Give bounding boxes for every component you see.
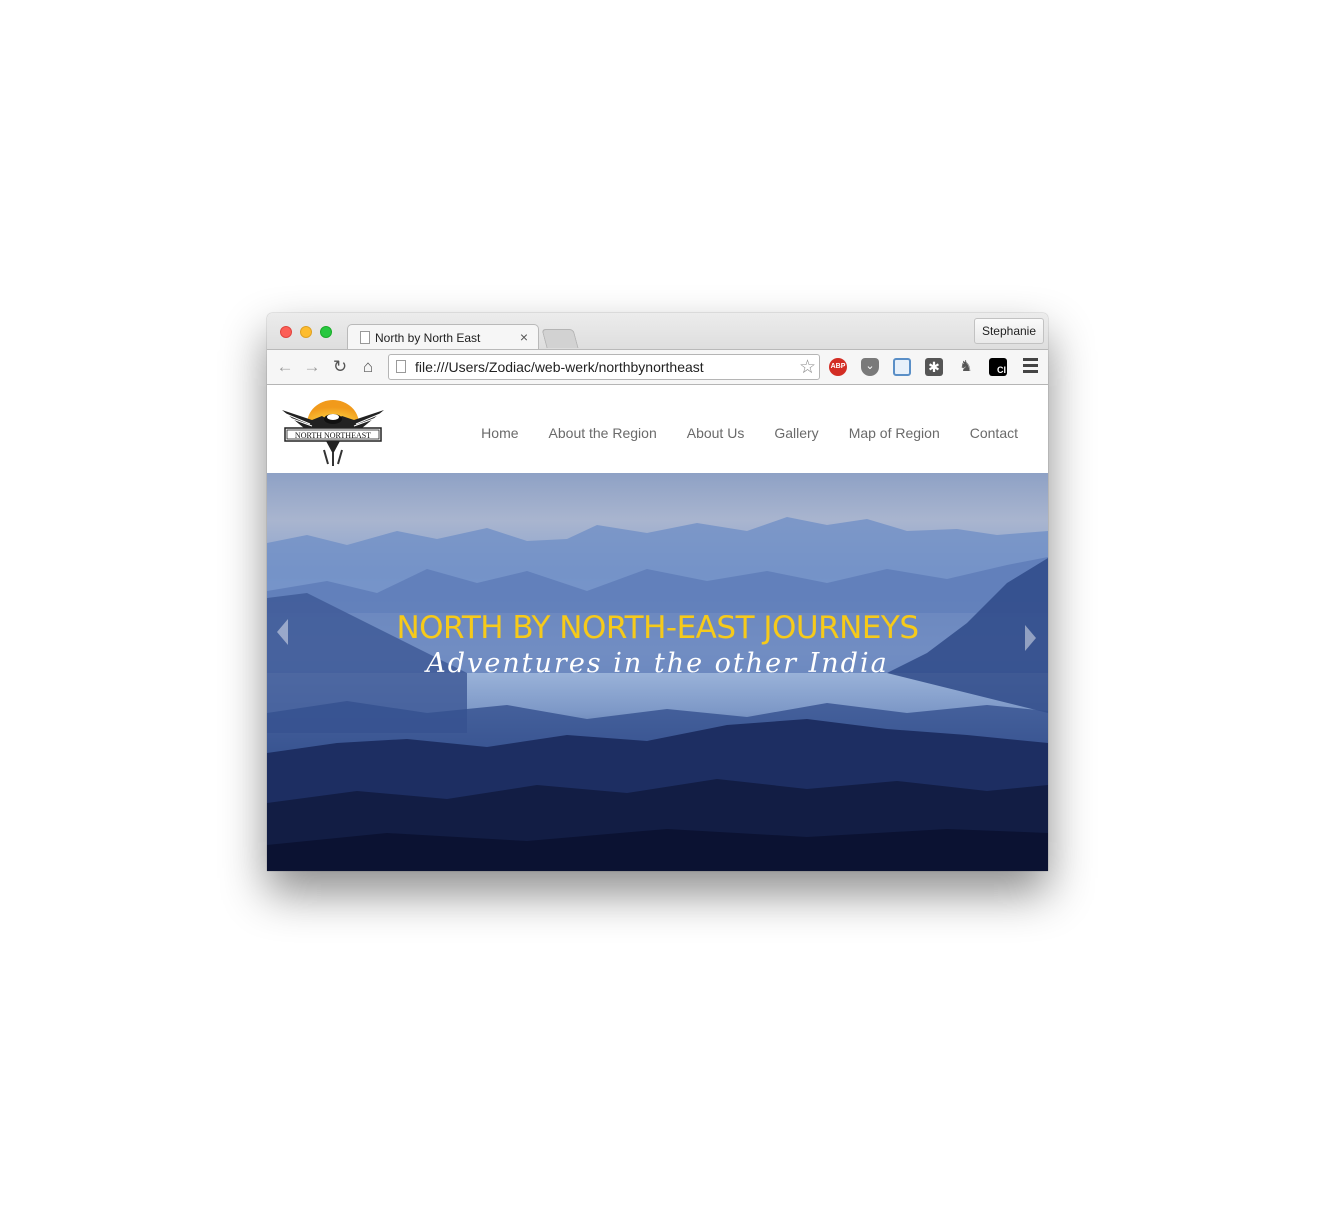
- page-icon: [360, 331, 370, 344]
- puzzle-extension-icon[interactable]: ✱: [925, 358, 943, 376]
- back-arrow-icon[interactable]: ←: [274, 356, 296, 378]
- logo-text: NORTH NORTHEAST: [295, 431, 371, 440]
- nav-gallery[interactable]: Gallery: [774, 425, 818, 441]
- hero-carousel: NORTH BY NORTH-EAST JOURNEYS Adventures …: [267, 473, 1048, 871]
- browser-toolbar: ← → ↻ ⌂ file:///Users/Zodiac/web-werk/no…: [267, 349, 1048, 385]
- main-nav: Home About the Region About Us Gallery M…: [451, 425, 1018, 441]
- close-window-button[interactable]: [280, 326, 292, 338]
- hero-title: NORTH BY NORTH-EAST JOURNEYS: [396, 610, 919, 646]
- profile-button[interactable]: Stephanie: [974, 318, 1044, 344]
- tab-strip: North by North East × Stephanie: [267, 313, 1048, 350]
- browser-tab[interactable]: North by North East ×: [347, 324, 539, 350]
- pocket-icon[interactable]: ⌄: [861, 358, 879, 376]
- address-bar[interactable]: file:///Users/Zodiac/web-werk/northbynor…: [388, 354, 820, 380]
- evernote-icon[interactable]: ♞: [957, 358, 975, 376]
- nav-about-the-region[interactable]: About the Region: [549, 425, 657, 441]
- home-icon[interactable]: ⌂: [357, 356, 379, 378]
- screen-capture-icon[interactable]: [893, 358, 911, 376]
- bookmark-star-icon[interactable]: ☆: [799, 356, 816, 379]
- nav-map-of-region[interactable]: Map of Region: [849, 425, 940, 441]
- tab-close-icon[interactable]: ×: [520, 329, 528, 345]
- url-text[interactable]: file:///Users/Zodiac/web-werk/northbynor…: [415, 359, 704, 375]
- new-tab-button[interactable]: [541, 329, 579, 348]
- ci-extension-icon[interactable]: CI: [989, 358, 1007, 376]
- page-icon: [396, 360, 406, 373]
- nav-about-us[interactable]: About Us: [687, 425, 745, 441]
- page-viewport: NORTH NORTHEAST Home About the Region Ab…: [267, 385, 1048, 871]
- tab-title: North by North East: [375, 331, 481, 345]
- adblock-plus-icon[interactable]: ABP: [829, 358, 847, 376]
- hero-subtitle: Adventures in the other India: [426, 648, 889, 679]
- reload-icon[interactable]: ↻: [329, 356, 351, 378]
- zoom-window-button[interactable]: [320, 326, 332, 338]
- hamburger-menu-icon[interactable]: [1023, 358, 1038, 376]
- site-header: NORTH NORTHEAST Home About the Region Ab…: [267, 385, 1048, 473]
- browser-window: North by North East × Stephanie ← → ↻ ⌂ …: [267, 313, 1048, 871]
- nav-home[interactable]: Home: [481, 425, 518, 441]
- forward-arrow-icon[interactable]: →: [301, 356, 323, 378]
- site-logo[interactable]: NORTH NORTHEAST: [282, 398, 384, 468]
- minimize-window-button[interactable]: [300, 326, 312, 338]
- nav-contact[interactable]: Contact: [970, 425, 1018, 441]
